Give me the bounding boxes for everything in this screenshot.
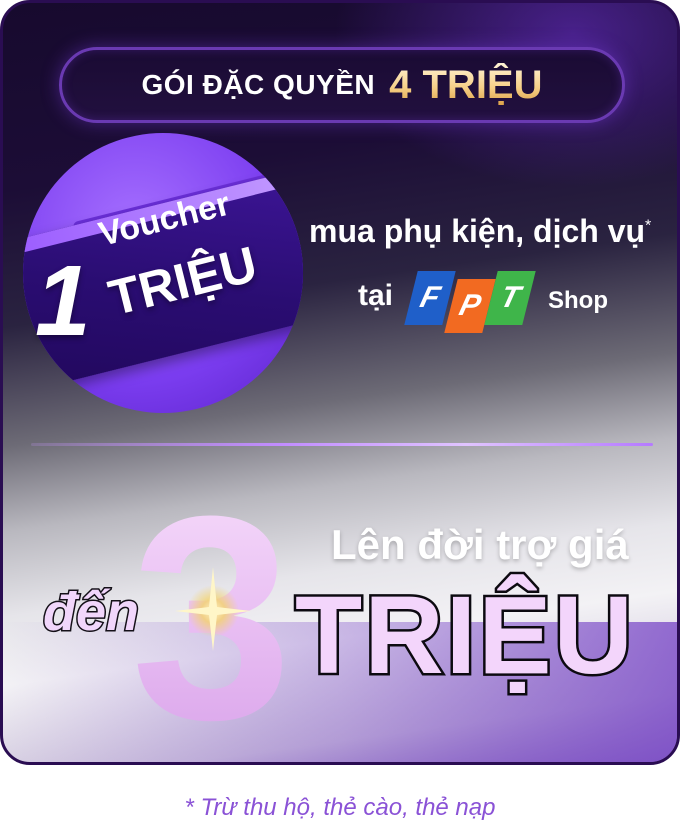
up-to-text: đến (41, 581, 140, 644)
shop-label: Shop (548, 287, 608, 314)
voucher-number: 1 (35, 245, 91, 357)
title-banner: GÓI ĐẶC QUYỀN 4 TRIỆU (59, 47, 625, 123)
subsidy-unit: TRIỆU (293, 574, 636, 697)
sparkle-icon (175, 567, 251, 651)
title-text: GÓI ĐẶC QUYỀN (141, 69, 376, 100)
at-label: tại (358, 279, 394, 312)
promo-card: GÓI ĐẶC QUYỀN 4 TRIỆU Voucher 1 TRIỆU mu… (0, 0, 680, 765)
offer-line: mua phụ kiện, dịch vụ* (309, 213, 651, 250)
title-amount: 4 TRIỆU (389, 62, 543, 107)
footnote: * Trừ thu hộ, thẻ cào, thẻ nạp (184, 794, 496, 821)
upgrade-text: Lên đời trợ giá (331, 521, 629, 568)
offer-asterisk: * (645, 217, 652, 235)
divider-line (31, 443, 653, 446)
offer-text: mua phụ kiện, dịch vụ (309, 213, 646, 249)
